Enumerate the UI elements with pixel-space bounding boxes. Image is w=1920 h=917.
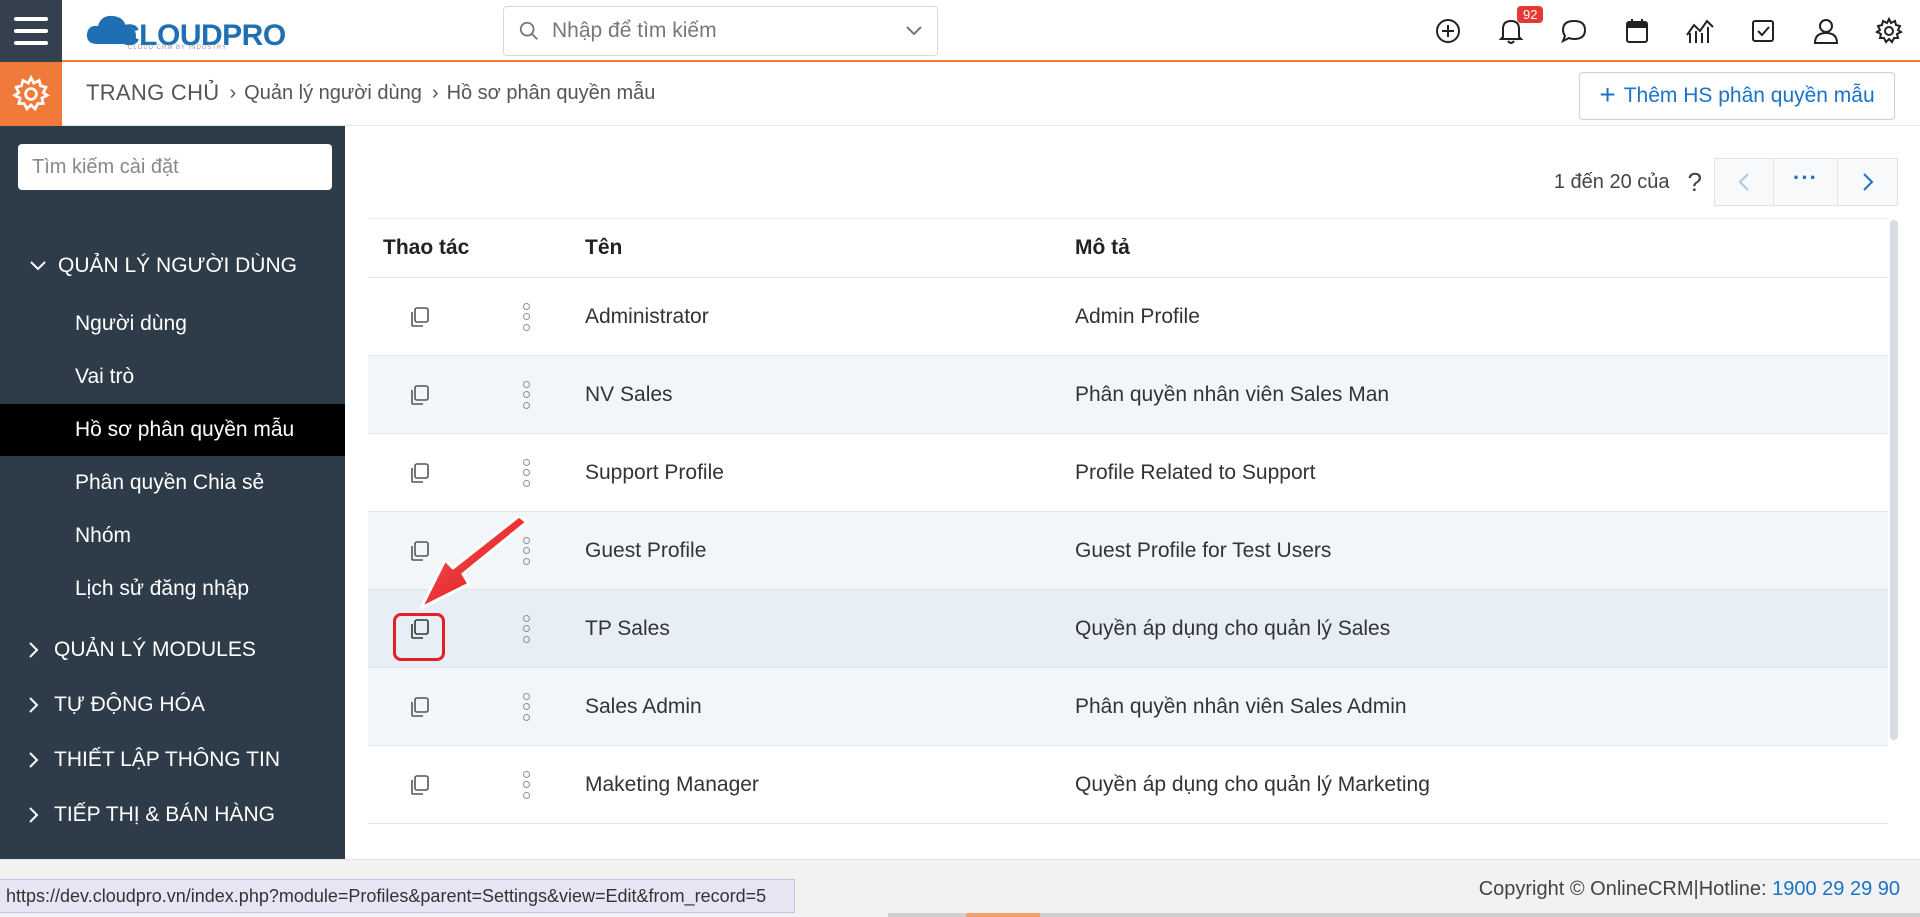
column-header-actions: Thao tác bbox=[383, 236, 470, 259]
profiles-table: Thao tác Tên Mô tả Administrator Admin P… bbox=[368, 218, 1888, 824]
sidebar-item-sharing[interactable]: Phân quyền Chia sẻ bbox=[0, 457, 345, 509]
profile-description: Phân quyền nhân viên Sales Man bbox=[1075, 382, 1390, 406]
chat-icon[interactable] bbox=[1542, 0, 1605, 62]
global-search-input[interactable]: Nhập để tìm kiếm bbox=[503, 6, 938, 56]
sidebar-item-users[interactable]: Người dùng bbox=[0, 298, 345, 350]
settings-gear-icon[interactable] bbox=[0, 62, 62, 126]
chevron-down-icon bbox=[28, 260, 48, 272]
duplicate-icon[interactable] bbox=[404, 770, 434, 800]
sidebar-item-roles[interactable]: Vai trò bbox=[0, 351, 345, 403]
top-toolbar: 92 bbox=[1416, 0, 1920, 62]
table-header: Thao tác Tên Mô tả bbox=[368, 218, 1888, 278]
profile-name[interactable]: Support Profile bbox=[583, 461, 1075, 485]
table-row-selected[interactable]: TP Sales Quyền áp dụng cho quản lý Sales bbox=[368, 590, 1888, 668]
plus-icon: + bbox=[1599, 78, 1616, 110]
pagination-info: 1 đến 20 của bbox=[1553, 170, 1670, 193]
profile-name[interactable]: Maketing Manager bbox=[583, 773, 1075, 797]
profile-description: Quyền áp dụng cho quản lý Sales bbox=[1075, 616, 1391, 640]
main-content: 1 đến 20 của ? ··· Thao tác Tên Mô tả Ad… bbox=[345, 126, 1920, 859]
chevron-down-icon[interactable] bbox=[905, 25, 923, 37]
highlight-box bbox=[393, 613, 445, 661]
chevron-right-icon bbox=[24, 696, 44, 714]
search-icon bbox=[519, 21, 538, 40]
column-header-description[interactable]: Mô tả bbox=[1075, 236, 1888, 260]
duplicate-icon[interactable] bbox=[404, 458, 434, 488]
gear-icon[interactable] bbox=[1857, 0, 1920, 62]
section-marketing-sales[interactable]: TIẾP THỊ & BÁN HÀNG bbox=[0, 795, 345, 835]
chevron-right-icon bbox=[24, 806, 44, 824]
profile-description: Phân quyền nhân viên Sales Admin bbox=[1075, 694, 1407, 718]
copyright-text: Copyright © OnlineCRM|Hotline: 1900 29 2… bbox=[1478, 878, 1900, 900]
chevron-right-icon bbox=[1862, 173, 1873, 191]
chevron-right-icon: › bbox=[229, 81, 237, 104]
duplicate-icon[interactable] bbox=[404, 380, 434, 410]
more-options-icon[interactable] bbox=[520, 770, 532, 799]
cloudpro-logo[interactable]: CLOUDPRO CLOUD CRM BY INDUSTRY bbox=[84, 10, 286, 52]
total-count-unknown[interactable]: ? bbox=[1688, 167, 1702, 198]
top-bar: CLOUDPRO CLOUD CRM BY INDUSTRY Nhập để t… bbox=[0, 0, 1920, 62]
chevron-right-icon: › bbox=[431, 81, 439, 104]
user-icon[interactable] bbox=[1794, 0, 1857, 62]
status-bar-url: https://dev.cloudpro.vn/index.php?module… bbox=[0, 879, 795, 913]
horizontal-scrollbar[interactable] bbox=[888, 913, 1920, 917]
table-row[interactable]: NV Sales Phân quyền nhân viên Sales Man bbox=[368, 356, 1888, 434]
profile-name[interactable]: Guest Profile bbox=[583, 539, 1075, 563]
previous-page-button[interactable] bbox=[1714, 158, 1774, 206]
more-options-icon[interactable] bbox=[520, 302, 532, 331]
breadcrumb-current: Hồ sơ phân quyền mẫu bbox=[446, 81, 656, 104]
profile-name[interactable]: Administrator bbox=[583, 305, 1075, 329]
more-pages-button[interactable]: ··· bbox=[1774, 158, 1838, 206]
breadcrumb: TRANG CHỦ › Quản lý người dùng › Hồ sơ p… bbox=[86, 80, 655, 106]
checkbox-icon[interactable] bbox=[1731, 0, 1794, 62]
table-row[interactable]: Administrator Admin Profile bbox=[368, 278, 1888, 356]
profile-description: Admin Profile bbox=[1075, 304, 1200, 328]
column-header-name[interactable]: Tên bbox=[583, 236, 1075, 260]
table-row[interactable]: Guest Profile Guest Profile for Test Use… bbox=[368, 512, 1888, 590]
bell-icon[interactable]: 92 bbox=[1479, 0, 1544, 62]
section-automation[interactable]: TỰ ĐỘNG HÓA bbox=[0, 685, 345, 725]
add-profile-button[interactable]: + Thêm HS phân quyền mẫu bbox=[1579, 72, 1895, 120]
sidebar-item-groups[interactable]: Nhóm bbox=[0, 510, 345, 562]
next-page-button[interactable] bbox=[1838, 158, 1898, 206]
profile-description: Quyền áp dụng cho quản lý Marketing bbox=[1075, 772, 1430, 796]
sidebar-item-login-history[interactable]: Lịch sử đăng nhập bbox=[0, 563, 345, 615]
settings-search-input[interactable]: Tìm kiếm cài đặt bbox=[18, 144, 332, 190]
breadcrumb-bar: TRANG CHỦ › Quản lý người dùng › Hồ sơ p… bbox=[0, 62, 1920, 126]
chevron-right-icon bbox=[24, 751, 44, 769]
section-modules[interactable]: QUẢN LÝ MODULES bbox=[0, 630, 345, 670]
scrollbar[interactable] bbox=[1890, 220, 1898, 740]
logo-tagline: CLOUD CRM BY INDUSTRY bbox=[128, 45, 228, 51]
table-row[interactable]: Maketing Manager Quyền áp dụng cho quản … bbox=[368, 746, 1888, 824]
search-placeholder: Nhập để tìm kiếm bbox=[552, 19, 717, 42]
profile-name[interactable]: Sales Admin bbox=[583, 695, 1075, 719]
settings-sidebar: Tìm kiếm cài đặt QUẢN LÝ NGƯỜI DÙNG Ngườ… bbox=[0, 126, 345, 859]
duplicate-icon[interactable] bbox=[404, 692, 434, 722]
annotation-arrow-icon bbox=[419, 516, 529, 610]
add-icon[interactable] bbox=[1416, 0, 1479, 62]
profile-description: Guest Profile for Test Users bbox=[1075, 538, 1332, 562]
more-options-icon[interactable] bbox=[520, 692, 532, 721]
notification-badge: 92 bbox=[1517, 6, 1544, 23]
profile-name[interactable]: TP Sales bbox=[583, 617, 1075, 641]
more-options-icon[interactable] bbox=[520, 380, 532, 409]
table-row[interactable]: Sales Admin Phân quyền nhân viên Sales A… bbox=[368, 668, 1888, 746]
calendar-icon[interactable] bbox=[1605, 0, 1668, 62]
section-info-setup[interactable]: THIẾT LẬP THÔNG TIN bbox=[0, 740, 345, 780]
more-options-icon[interactable] bbox=[520, 458, 532, 487]
more-options-icon[interactable] bbox=[520, 614, 532, 643]
menu-icon[interactable] bbox=[0, 0, 62, 62]
pagination: 1 đến 20 của ? ··· bbox=[1554, 158, 1898, 206]
duplicate-icon[interactable] bbox=[404, 302, 434, 332]
sidebar-item-profiles[interactable]: Hồ sơ phân quyền mẫu bbox=[0, 404, 345, 456]
breadcrumb-user-management[interactable]: Quản lý người dùng bbox=[244, 82, 422, 105]
table-row[interactable]: Support Profile Profile Related to Suppo… bbox=[368, 434, 1888, 512]
chevron-right-icon bbox=[24, 641, 44, 659]
profile-name[interactable]: NV Sales bbox=[583, 383, 1075, 407]
hotline-link[interactable]: 1900 29 29 90 bbox=[1772, 878, 1900, 900]
breadcrumb-home[interactable]: TRANG CHỦ bbox=[86, 80, 219, 106]
chart-icon[interactable] bbox=[1668, 0, 1731, 62]
chevron-left-icon bbox=[1738, 173, 1749, 191]
profile-description: Profile Related to Support bbox=[1075, 460, 1316, 484]
section-user-management[interactable]: QUẢN LÝ NGƯỜI DÙNG bbox=[0, 248, 345, 284]
